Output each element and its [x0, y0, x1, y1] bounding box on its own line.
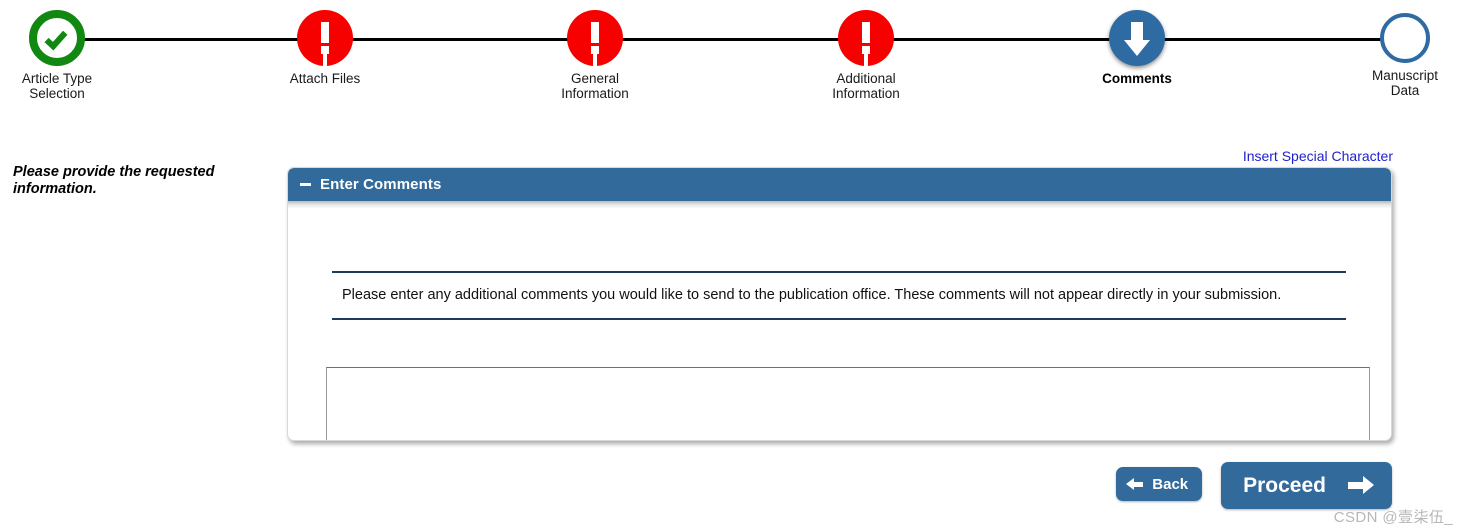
footer-actions: Back Proceed	[1116, 462, 1392, 509]
arrow-left-icon	[1126, 477, 1144, 491]
step-comments[interactable]: Comments	[1057, 10, 1217, 86]
check-circle-icon	[29, 10, 85, 66]
panel-header-sheen	[288, 201, 1391, 208]
progress-stepper: Article Type Selection Attach Files Gene…	[0, 0, 1461, 115]
arrow-right-icon	[1348, 476, 1374, 495]
proceed-button-label: Proceed	[1243, 473, 1326, 497]
insert-special-character-link[interactable]: Insert Special Character	[1243, 148, 1393, 164]
step-label: Article Type Selection	[21, 71, 93, 101]
empty-circle-icon	[1380, 13, 1430, 63]
step-article-type-selection[interactable]: Article Type Selection	[0, 10, 137, 101]
enter-comments-panel: Enter Comments Please enter any addition…	[287, 167, 1392, 441]
step-label: Additional Information	[832, 71, 900, 101]
instruction-note: Please provide the requested information…	[13, 164, 215, 197]
step-general-information[interactable]: General Information	[515, 10, 675, 101]
exclamation-circle-icon	[567, 10, 623, 66]
panel-header[interactable]: Enter Comments	[288, 168, 1391, 201]
step-attach-files[interactable]: Attach Files	[245, 10, 405, 86]
comments-textarea[interactable]	[326, 367, 1370, 440]
comments-instructions: Please enter any additional comments you…	[332, 271, 1346, 320]
step-label: General Information	[561, 71, 629, 101]
back-button[interactable]: Back	[1116, 467, 1203, 501]
minus-icon[interactable]	[300, 183, 311, 186]
panel-body: Please enter any additional comments you…	[288, 208, 1391, 440]
panel-title: Enter Comments	[320, 176, 442, 193]
back-button-label: Back	[1152, 475, 1189, 493]
down-arrow-circle-icon	[1109, 10, 1165, 66]
exclamation-circle-icon	[297, 10, 353, 66]
watermark: CSDN @壹柒伍_	[1333, 509, 1453, 526]
step-label: Manuscript Data	[1371, 68, 1439, 98]
step-label: Comments	[1102, 71, 1172, 86]
exclamation-circle-icon	[838, 10, 894, 66]
step-manuscript-data[interactable]: Manuscript Data	[1325, 10, 1461, 98]
step-label: Attach Files	[289, 71, 361, 86]
proceed-button[interactable]: Proceed	[1221, 462, 1392, 509]
step-additional-information[interactable]: Additional Information	[786, 10, 946, 101]
